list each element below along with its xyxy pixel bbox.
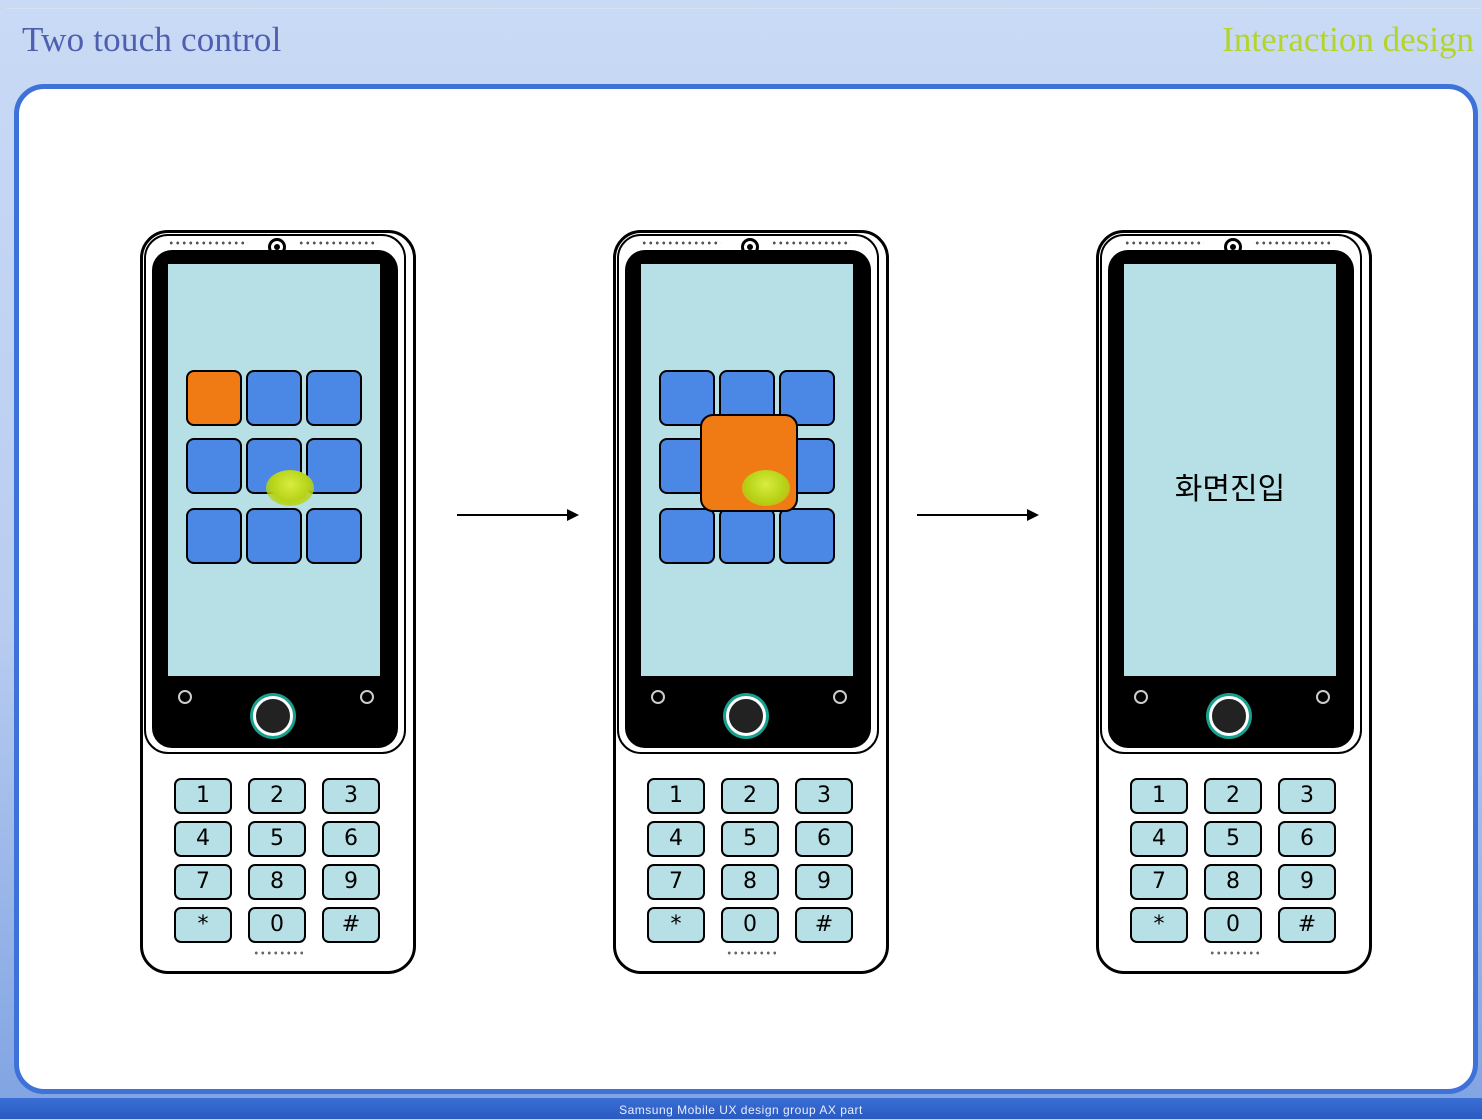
sensor-icon <box>178 690 192 704</box>
tile[interactable] <box>779 508 835 564</box>
key-hash[interactable]: # <box>322 907 380 943</box>
sensor-icon <box>360 690 374 704</box>
key-8[interactable]: 8 <box>1204 864 1262 900</box>
microphone-grill <box>253 950 303 956</box>
key-5[interactable]: 5 <box>1204 821 1262 857</box>
key-5[interactable]: 5 <box>721 821 779 857</box>
touch-point-icon <box>266 470 314 506</box>
key-2[interactable]: 2 <box>248 778 306 814</box>
key-7[interactable]: 7 <box>174 864 232 900</box>
speaker-grill <box>298 240 378 246</box>
key-9[interactable]: 9 <box>795 864 853 900</box>
key-3[interactable]: 3 <box>322 778 380 814</box>
phone-screen: 화면진입 <box>1124 264 1336 676</box>
slide-title: Two touch control <box>22 20 282 59</box>
key-1[interactable]: 1 <box>174 778 232 814</box>
key-0[interactable]: 0 <box>1204 907 1262 943</box>
microphone-grill <box>726 950 776 956</box>
key-3[interactable]: 3 <box>1278 778 1336 814</box>
home-button[interactable] <box>1209 696 1249 736</box>
speaker-grill <box>641 240 721 246</box>
footer-credit: Samsung Mobile UX design group AX part <box>619 1103 863 1117</box>
key-hash[interactable]: # <box>795 907 853 943</box>
key-9[interactable]: 9 <box>322 864 380 900</box>
sensor-icon <box>1134 690 1148 704</box>
sensor-icon <box>1316 690 1330 704</box>
key-1[interactable]: 1 <box>1130 778 1188 814</box>
screen-entered-label: 화면진입 <box>1174 472 1286 507</box>
slide-category: Interaction design <box>1222 20 1474 59</box>
arrow-right-icon <box>917 509 1039 521</box>
tile[interactable] <box>246 370 302 426</box>
key-9[interactable]: 9 <box>1278 864 1336 900</box>
tile[interactable] <box>186 508 242 564</box>
key-1[interactable]: 1 <box>647 778 705 814</box>
key-6[interactable]: 6 <box>322 821 380 857</box>
key-8[interactable]: 8 <box>248 864 306 900</box>
key-6[interactable]: 6 <box>795 821 853 857</box>
key-7[interactable]: 7 <box>1130 864 1188 900</box>
phone-step-1: 1 2 3 4 5 6 7 8 9 * 0 # <box>140 230 416 974</box>
key-2[interactable]: 2 <box>1204 778 1262 814</box>
home-button[interactable] <box>253 696 293 736</box>
tile[interactable] <box>246 508 302 564</box>
key-2[interactable]: 2 <box>721 778 779 814</box>
key-0[interactable]: 0 <box>248 907 306 943</box>
tile-selected[interactable] <box>186 370 242 426</box>
phone-step-2: 1 2 3 4 5 6 7 8 9 * 0 # <box>613 230 889 974</box>
key-4[interactable]: 4 <box>647 821 705 857</box>
key-4[interactable]: 4 <box>174 821 232 857</box>
key-hash[interactable]: # <box>1278 907 1336 943</box>
tile[interactable] <box>306 370 362 426</box>
sensor-icon <box>651 690 665 704</box>
tile[interactable] <box>186 438 242 494</box>
key-star[interactable]: * <box>174 907 232 943</box>
tile[interactable] <box>659 508 715 564</box>
key-4[interactable]: 4 <box>1130 821 1188 857</box>
touch-point-icon <box>742 470 790 506</box>
key-7[interactable]: 7 <box>647 864 705 900</box>
phone-screen <box>641 264 853 676</box>
home-button[interactable] <box>726 696 766 736</box>
phone-step-3: 화면진입 1 2 3 4 5 6 7 8 9 * 0 # <box>1096 230 1372 974</box>
key-0[interactable]: 0 <box>721 907 779 943</box>
arrow-right-icon <box>457 509 579 521</box>
key-5[interactable]: 5 <box>248 821 306 857</box>
key-6[interactable]: 6 <box>1278 821 1336 857</box>
tile[interactable] <box>719 508 775 564</box>
microphone-grill <box>1209 950 1259 956</box>
tile[interactable] <box>306 438 362 494</box>
key-3[interactable]: 3 <box>795 778 853 814</box>
key-star[interactable]: * <box>1130 907 1188 943</box>
speaker-grill <box>771 240 851 246</box>
speaker-grill <box>168 240 248 246</box>
key-star[interactable]: * <box>647 907 705 943</box>
phone-screen <box>168 264 380 676</box>
speaker-grill <box>1124 240 1204 246</box>
tile[interactable] <box>306 508 362 564</box>
sensor-icon <box>833 690 847 704</box>
key-8[interactable]: 8 <box>721 864 779 900</box>
speaker-grill <box>1254 240 1334 246</box>
